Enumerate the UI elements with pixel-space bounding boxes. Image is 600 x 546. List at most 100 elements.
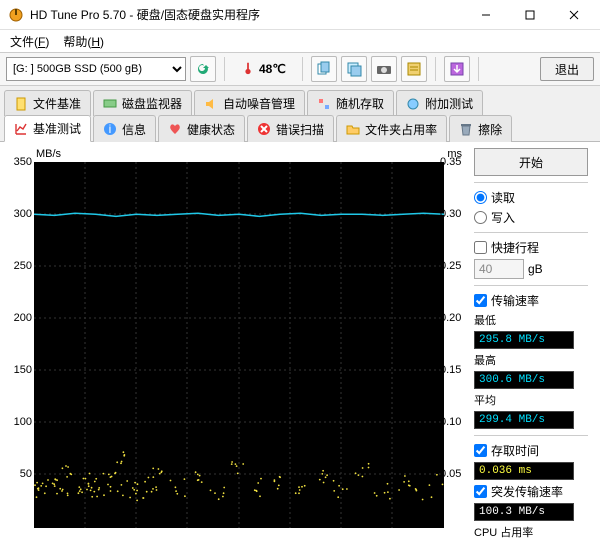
copy-screenshot-button[interactable]	[341, 56, 367, 82]
trash-icon	[459, 122, 473, 136]
radio-write[interactable]: 写入	[474, 209, 588, 226]
y-tick-right: 0.15	[440, 364, 464, 376]
tab-label: 基准测试	[33, 120, 81, 137]
extra-icon	[406, 97, 420, 111]
tab-disk-monitor[interactable]: 磁盘监视器	[93, 90, 192, 116]
check-burst-rate[interactable]: 突发传输速率	[474, 483, 588, 500]
y-tick: 100	[8, 416, 32, 428]
y-tick-right: 0.25	[440, 260, 464, 272]
folder-icon	[346, 122, 360, 136]
copy-info-button[interactable]	[311, 56, 337, 82]
options-button[interactable]	[401, 56, 427, 82]
tab-label: 信息	[122, 121, 146, 138]
y-tick: 150	[8, 364, 32, 376]
y-tick-right: 0.10	[440, 416, 464, 428]
file-icon	[14, 97, 28, 111]
tab-info[interactable]: i 信息	[93, 115, 156, 142]
check-transfer-rate[interactable]: 传输速率	[474, 292, 588, 309]
check-label: 存取时间	[491, 442, 539, 459]
y-tick: 200	[8, 312, 32, 324]
check-label: 快捷行程	[491, 239, 539, 256]
tab-label: 擦除	[478, 121, 502, 138]
exit-button[interactable]: 退出	[540, 57, 594, 81]
tab-label: 磁盘监视器	[122, 95, 182, 112]
y-tick-right: 0.20	[440, 312, 464, 324]
tab-strip: 文件基准 磁盘监视器 自动噪音管理 随机存取 附加测试 基准测试 i 信息 健康状…	[0, 86, 600, 142]
separator	[302, 57, 303, 81]
tab-health[interactable]: 健康状态	[158, 115, 245, 142]
drive-select[interactable]: [G: ] 500GB SSD (500 gB)	[6, 57, 186, 81]
check-label: 突发传输速率	[491, 483, 563, 500]
stat-label-avg: 平均	[474, 392, 588, 408]
stat-value-burst: 100.3 MB/s	[474, 503, 574, 521]
tab-folder-usage[interactable]: 文件夹占用率	[336, 115, 447, 142]
separator	[478, 57, 479, 81]
tab-error-scan[interactable]: 错误扫描	[247, 115, 334, 142]
stat-value-max: 300.6 MB/s	[474, 371, 574, 389]
radio-label: 读取	[491, 189, 515, 206]
tab-aam[interactable]: 自动噪音管理	[194, 90, 305, 116]
check-access-time[interactable]: 存取时间	[474, 442, 588, 459]
info-icon: i	[103, 122, 117, 136]
tab-label: 随机存取	[336, 95, 384, 112]
close-button[interactable]	[552, 1, 596, 29]
stat-value-avg: 299.4 MB/s	[474, 411, 574, 429]
menu-help[interactable]: 帮助(H)	[57, 31, 110, 52]
y-tick-right: 0.30	[440, 208, 464, 220]
tab-file-benchmark[interactable]: 文件基准	[4, 90, 91, 116]
stat-label-cpu: CPU 占用率	[474, 524, 588, 540]
unit-label: gB	[528, 262, 543, 276]
side-panel: 开始 读取 写入 快捷行程 gB 传输速率 最低 295.8 MB/s 最高 3…	[470, 148, 588, 540]
radio-read[interactable]: 读取	[474, 189, 588, 206]
window-title: HD Tune Pro 5.70 - 硬盘/固态硬盘实用程序	[30, 6, 464, 23]
y-tick-right: 0.05	[440, 468, 464, 480]
tab-label: 错误扫描	[276, 121, 324, 138]
title-bar: HD Tune Pro 5.70 - 硬盘/固态硬盘实用程序	[0, 0, 600, 30]
tab-erase[interactable]: 擦除	[449, 115, 512, 142]
thermometer-icon	[241, 61, 255, 78]
random-icon	[317, 97, 331, 111]
chart-canvas	[34, 162, 444, 528]
heart-icon	[168, 122, 182, 136]
maximize-button[interactable]	[508, 1, 552, 29]
check-label: 传输速率	[491, 292, 539, 309]
save-button[interactable]	[444, 56, 470, 82]
start-button[interactable]: 开始	[474, 148, 588, 176]
check-short-stroke[interactable]: 快捷行程	[474, 239, 588, 256]
chart-icon	[14, 122, 28, 136]
screenshot-button[interactable]	[371, 56, 397, 82]
y-tick: 250	[8, 260, 32, 272]
minimize-button[interactable]	[464, 1, 508, 29]
stat-value-access: 0.036 ms	[474, 462, 574, 480]
refresh-button[interactable]	[190, 56, 216, 82]
tab-page-benchmark: MB/s ms 350 300 250 200 150 100 50	[0, 142, 600, 546]
window-buttons	[464, 1, 596, 29]
tab-label: 附加测试	[425, 95, 473, 112]
menu-file[interactable]: 文件(F)	[4, 31, 55, 52]
y-left-unit: MB/s	[36, 148, 61, 160]
tab-label: 健康状态	[187, 121, 235, 138]
y-tick: 50	[8, 468, 32, 480]
radio-label: 写入	[491, 209, 515, 226]
menu-bar: 文件(F) 帮助(H)	[0, 30, 600, 52]
temperature-display: 48℃	[233, 61, 294, 78]
y-tick-right: 0.35	[440, 156, 464, 168]
stat-label-min: 最低	[474, 312, 588, 328]
toolbar: [G: ] 500GB SSD (500 gB) 48℃ 退出	[0, 52, 600, 86]
separator	[224, 57, 225, 81]
svg-text:i: i	[109, 122, 112, 136]
tab-label: 自动噪音管理	[223, 95, 295, 112]
tab-benchmark[interactable]: 基准测试	[4, 115, 91, 142]
tab-extra-tests[interactable]: 附加测试	[396, 90, 483, 116]
y-tick: 350	[8, 156, 32, 168]
short-stroke-value	[474, 259, 524, 279]
y-tick: 300	[8, 208, 32, 220]
tab-random-access[interactable]: 随机存取	[307, 90, 394, 116]
speaker-icon	[204, 97, 218, 111]
temperature-value: 48℃	[259, 62, 286, 76]
tab-label: 文件基准	[33, 95, 81, 112]
separator	[435, 57, 436, 81]
stat-value-min: 295.8 MB/s	[474, 331, 574, 349]
stat-label-max: 最高	[474, 352, 588, 368]
monitor-icon	[103, 97, 117, 111]
